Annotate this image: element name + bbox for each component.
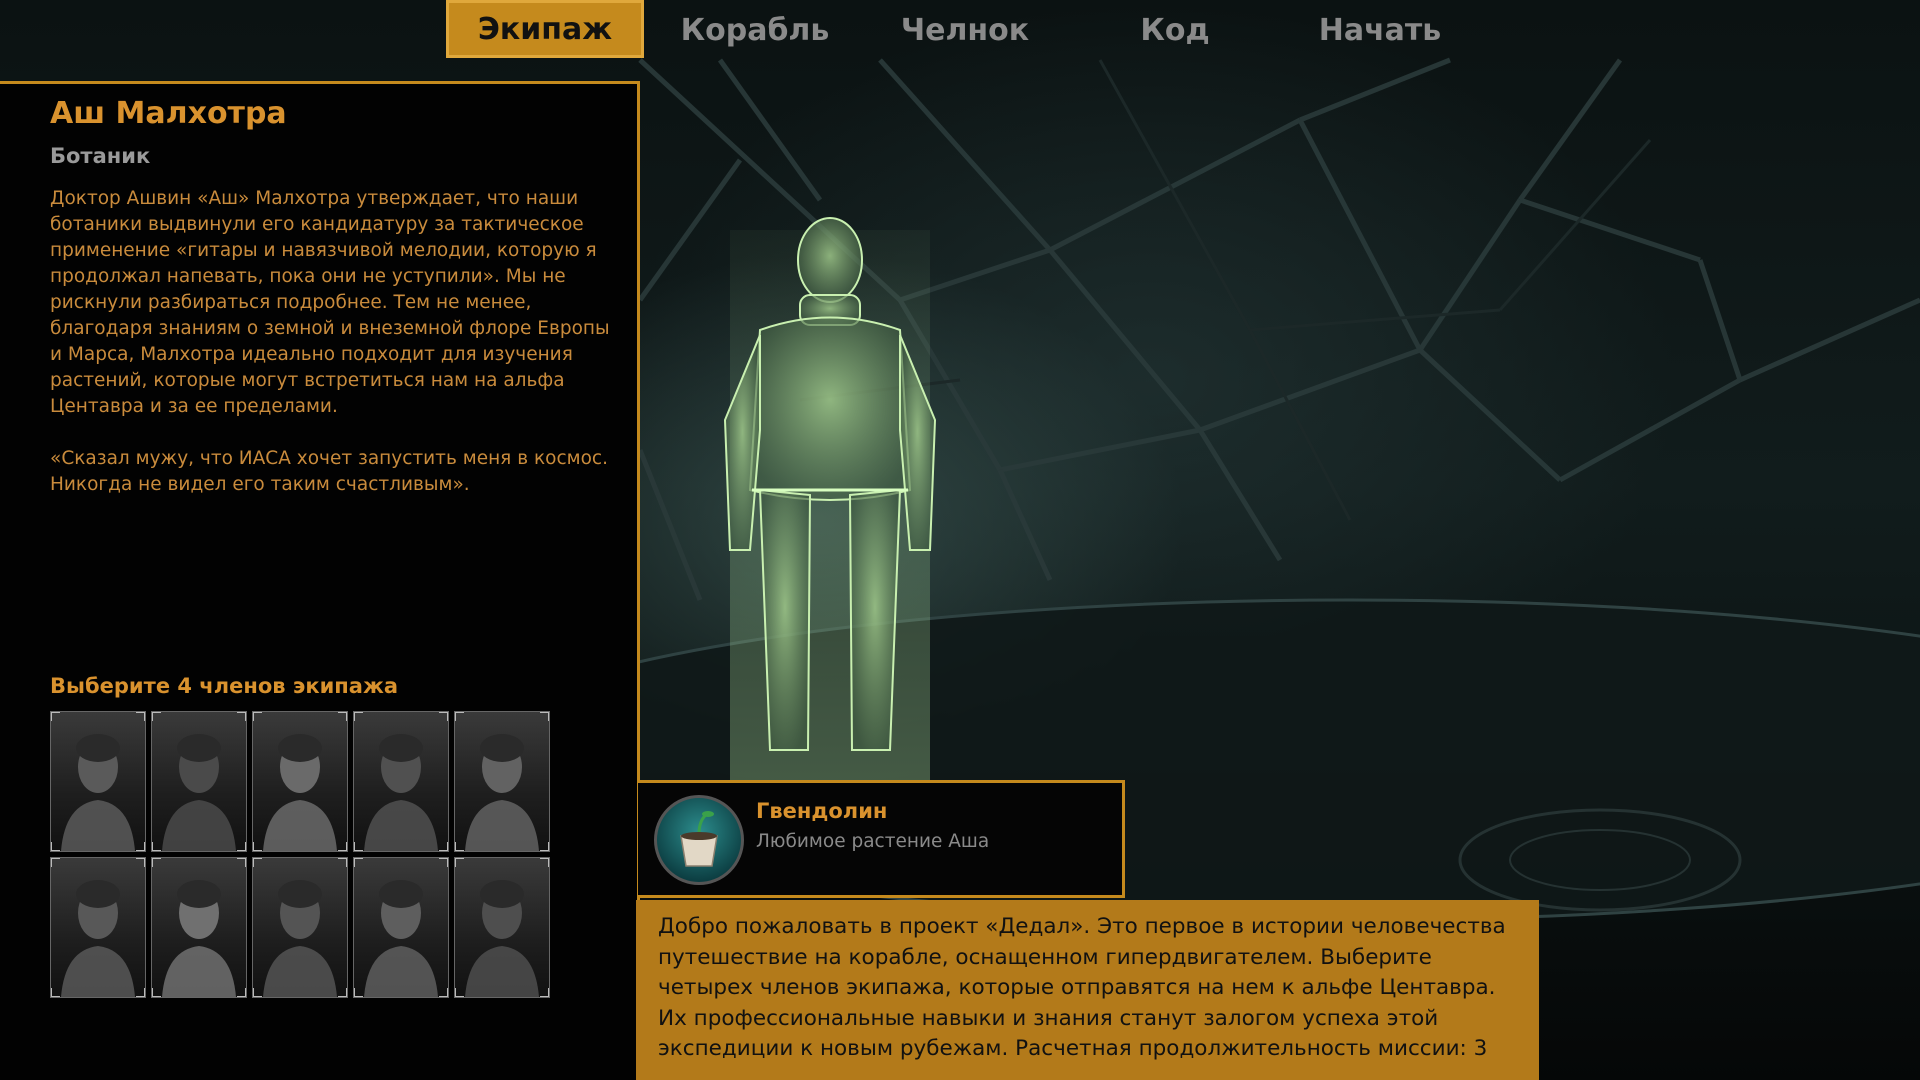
crew-portrait-grid [50, 711, 550, 998]
tab-start[interactable]: Начать [1280, 0, 1480, 60]
top-tab-bar: Экипаж Корабль Челнок Код Начать [0, 0, 1920, 60]
crew-portrait[interactable] [151, 857, 247, 998]
bio-quote: «Сказал мужу, что ИАСА хочет запустить м… [50, 448, 608, 495]
crew-portrait[interactable] [454, 857, 550, 998]
character-role: Ботаник [50, 144, 151, 168]
crew-portrait[interactable] [252, 857, 348, 998]
crew-hologram [723, 217, 937, 790]
tab-shuttle[interactable]: Челнок [870, 0, 1060, 60]
crew-portrait[interactable] [151, 711, 247, 852]
crew-portrait[interactable] [454, 711, 550, 852]
crew-portrait[interactable] [353, 711, 449, 852]
character-bio: Доктор Ашвин «Аш» Малхотра утверждает, ч… [50, 186, 620, 498]
crew-info-panel: Аш Малхотра Ботаник Доктор Ашвин «Аш» Ма… [0, 81, 640, 1080]
tab-code[interactable]: Код [1080, 0, 1270, 60]
item-card: Гвендолин Любимое растение Аша [638, 780, 1125, 898]
crew-select-title: Выберите 4 членов экипажа [50, 674, 399, 698]
character-name: Аш Малхотра [50, 96, 287, 131]
crew-portrait[interactable] [50, 711, 146, 852]
item-name: Гвендолин [756, 799, 888, 823]
welcome-message-box: Добро пожаловать в проект «Дедал». Это п… [636, 900, 1539, 1080]
bio-text: Доктор Ашвин «Аш» Малхотра утверждает, ч… [50, 188, 610, 417]
crew-portrait[interactable] [50, 857, 146, 998]
item-description: Любимое растение Аша [756, 831, 990, 852]
tab-crew[interactable]: Экипаж [446, 0, 644, 58]
potted-plant-icon [654, 795, 744, 885]
crew-portrait[interactable] [252, 711, 348, 852]
welcome-text: Добро пожаловать в проект «Дедал». Это п… [658, 914, 1506, 1061]
tab-ship[interactable]: Корабль [660, 0, 850, 60]
crew-portrait[interactable] [353, 857, 449, 998]
